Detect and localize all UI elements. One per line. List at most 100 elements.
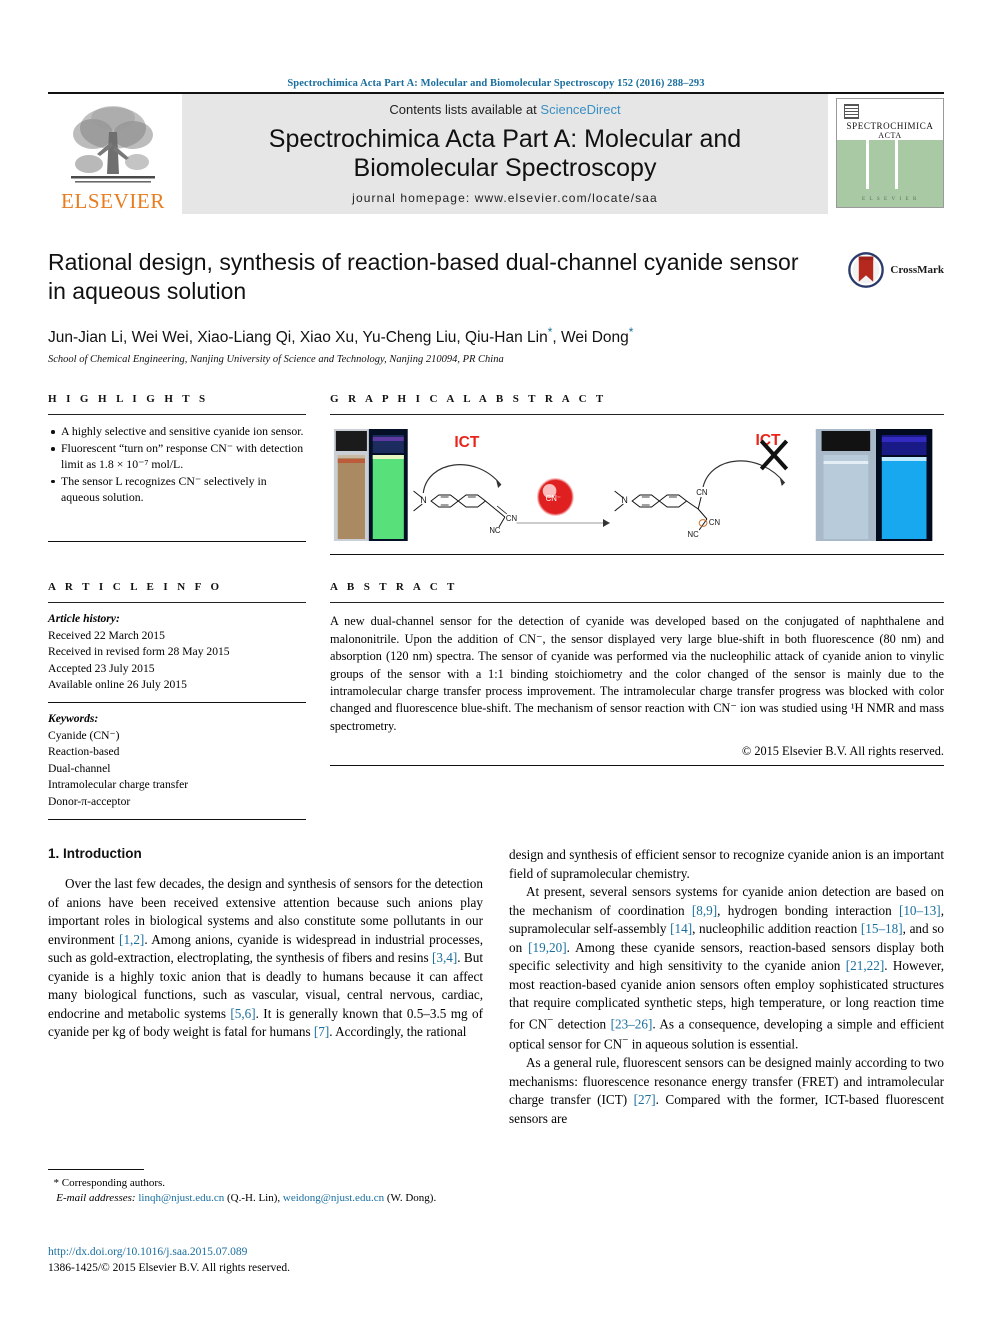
email-link-1[interactable]: linqh@njust.edu.cn	[138, 1192, 224, 1204]
article-info-bottom-rule	[48, 819, 306, 821]
abstract-copyright: © 2015 Elsevier B.V. All rights reserved…	[741, 744, 944, 759]
highlights-bottom-rule	[48, 540, 306, 542]
highlights-spacer	[48, 507, 306, 541]
keyword-item: Cyanide (CN⁻)	[48, 728, 120, 742]
svg-text:N: N	[420, 495, 426, 505]
article-info-abstract-band: A R T I C L E I N F O Article history: R…	[48, 581, 944, 821]
cover-title-line-1: SPECTROCHIMICA	[846, 121, 934, 131]
citation-ref[interactable]: [19,20]	[528, 940, 566, 955]
citation-ref[interactable]: [14]	[670, 921, 692, 936]
body-column-right: design and synthesis of efficient sensor…	[509, 846, 944, 1206]
citation-ref[interactable]: [1,2]	[119, 932, 144, 947]
highlights-graphical-band: H I G H L I G H T S A highly selective a…	[48, 393, 944, 556]
paragraph: Over the last few decades, the design an…	[48, 876, 483, 1040]
affiliation: School of Chemical Engineering, Nanjing …	[48, 354, 504, 366]
abstract-column: A B S T R A C T A new dual-channel senso…	[330, 581, 944, 820]
citation-ref[interactable]: [7]	[314, 1024, 329, 1039]
svg-text:N: N	[621, 495, 627, 505]
title-block: Rational design, synthesis of reaction-b…	[48, 248, 944, 365]
keyword-item: Dual-channel	[48, 761, 111, 775]
email-owner-2: (W. Dong).	[386, 1192, 437, 1204]
svg-text:NC: NC	[489, 526, 501, 535]
article-history-label: Article history:	[48, 612, 120, 626]
graphical-abstract-column: G R A P H I C A L A B S T R A C T ICT N …	[330, 393, 944, 556]
cover-top-panel: SPECTROCHIMICA ACTA	[837, 99, 943, 146]
elsevier-logo: ELSEVIER	[48, 94, 178, 214]
article-history-online: Available online 26 July 2015	[48, 678, 187, 691]
graphical-abstract-image: ICT N CN NC CN⁻ ICT N CN CN NC	[330, 425, 944, 546]
article-history-accepted: Accepted 23 July 2015	[48, 661, 155, 675]
article-info-heading: A R T I C L E I N F O	[48, 581, 223, 594]
list-item: The sensor L recognizes CN⁻ selectively …	[50, 474, 306, 506]
journal-title-line-1: Spectrochimica Acta Part A: Molecular an…	[268, 124, 742, 153]
footnote-text: * Corresponding authors. E-mail addresse…	[48, 1176, 483, 1206]
citation-ref[interactable]: [5,6]	[230, 1006, 255, 1021]
crossmark-label: CrossMark	[890, 264, 944, 276]
elsevier-wordmark: ELSEVIER	[61, 189, 165, 213]
article-info-column: A R T I C L E I N F O Article history: R…	[48, 581, 306, 821]
author-names-tail: , Wei Dong	[552, 329, 629, 347]
issn-copyright-line: 1386-1425/© 2015 Elsevier B.V. All right…	[48, 1262, 291, 1275]
author-list: Jun-Jian Li, Wei Wei, Xiao-Liang Qi, Xia…	[48, 325, 944, 347]
footnote-block: * Corresponding authors. E-mail addresse…	[48, 1168, 483, 1206]
footnote-rule	[48, 1168, 144, 1170]
citation-ref[interactable]: [27]	[634, 1092, 656, 1107]
author-names: Jun-Jian Li, Wei Wei, Xiao-Liang Qi, Xia…	[48, 329, 548, 347]
cover-bar-1	[866, 140, 869, 189]
journal-banner: Contents lists available at ScienceDirec…	[182, 94, 828, 214]
keyword-item: Intramolecular charge transfer	[48, 778, 189, 792]
crossmark-badge[interactable]: CrossMark	[848, 252, 944, 288]
article-history-received: Received 22 March 2015	[48, 628, 165, 642]
cover-footer-text: E L S E V I E R	[862, 196, 918, 202]
email-label: E-mail addresses:	[56, 1192, 136, 1204]
svg-text:CN: CN	[506, 514, 518, 523]
citation-ref[interactable]: [8,9]	[692, 903, 717, 918]
paragraph: At present, several sensors systems for …	[509, 884, 944, 1052]
doi-link[interactable]: http://dx.doi.org/10.1016/j.saa.2015.07.…	[48, 1244, 290, 1261]
paragraph: design and synthesis of efficient sensor…	[509, 847, 944, 881]
abstract-text: A new dual-channel sensor for the detect…	[330, 614, 944, 733]
journal-homepage-link[interactable]: journal homepage: www.elsevier.com/locat…	[352, 191, 658, 205]
journal-title-line-2: Biomolecular Spectroscopy	[353, 154, 657, 182]
list-item: A highly selective and sensitive cyanide…	[50, 424, 306, 440]
contents-lists-line: Contents lists available at ScienceDirec…	[389, 102, 620, 117]
journal-title: Spectrochimica Acta Part A: Molecular an…	[269, 125, 741, 184]
page-title: Rational design, synthesis of reaction-b…	[48, 249, 799, 304]
citation-ref[interactable]: [15–18]	[861, 921, 903, 936]
svg-text:CN⁻: CN⁻	[546, 494, 561, 503]
elsevier-tree-icon	[71, 106, 155, 183]
list-item: Fluorescent “turn on” response CN⁻ with …	[50, 441, 306, 473]
contents-prefix: Contents lists available at	[389, 102, 541, 117]
paragraph: As a general rule, fluorescent sensors c…	[509, 1055, 945, 1126]
corresponding-marker-2: *	[628, 325, 634, 340]
svg-text:NC: NC	[688, 530, 700, 539]
cover-bottom-panel: E L S E V I E R	[837, 140, 943, 207]
journal-masthead: ELSEVIER Contents lists available at Sci…	[48, 92, 944, 214]
svg-text:CN: CN	[696, 488, 708, 497]
article-page: Spectrochimica Acta Part A: Molecular an…	[0, 0, 992, 1323]
sciencedirect-link[interactable]: ScienceDirect	[540, 102, 620, 117]
citation-ref[interactable]: [10–13]	[899, 903, 941, 918]
abstract-bottom-rule	[330, 765, 944, 767]
cover-title-line-2: ACTA	[878, 131, 902, 140]
cover-emblem-icon	[844, 104, 859, 119]
highlights-heading: H I G H L I G H T S	[48, 393, 209, 406]
graphical-abstract-bottom-rule	[330, 554, 944, 556]
highlights-list: A highly selective and sensitive cyanide…	[48, 415, 306, 506]
citation-ref[interactable]: [3,4]	[432, 950, 457, 965]
svg-text:ICT: ICT	[454, 434, 479, 451]
journal-cover-thumbnail[interactable]: SPECTROCHIMICA ACTA E L S E V I E R	[836, 98, 944, 208]
graphical-abstract-figure[interactable]: ICT N CN NC CN⁻ ICT N CN CN NC	[330, 415, 944, 554]
email-link-2[interactable]: weidong@njust.edu.cn	[283, 1192, 384, 1204]
keyword-item: Donor-π-acceptor	[48, 794, 131, 808]
graphical-abstract-heading: G R A P H I C A L A B S T R A C T	[330, 393, 607, 406]
svg-text:CN: CN	[709, 518, 721, 527]
abstract-heading: A B S T R A C T	[330, 581, 458, 594]
citation-ref[interactable]: [23–26]	[611, 1016, 653, 1031]
citation-ref[interactable]: [21,22]	[846, 958, 884, 973]
corresponding-authors-note: * Corresponding authors.	[48, 1176, 483, 1191]
footer-identifiers: http://dx.doi.org/10.1016/j.saa.2015.07.…	[48, 1244, 290, 1277]
corresponding-authors-label: Corresponding authors.	[61, 1176, 166, 1189]
article-history-revised: Received in revised form 28 May 2015	[48, 645, 230, 659]
crossmark-icon	[848, 252, 885, 288]
